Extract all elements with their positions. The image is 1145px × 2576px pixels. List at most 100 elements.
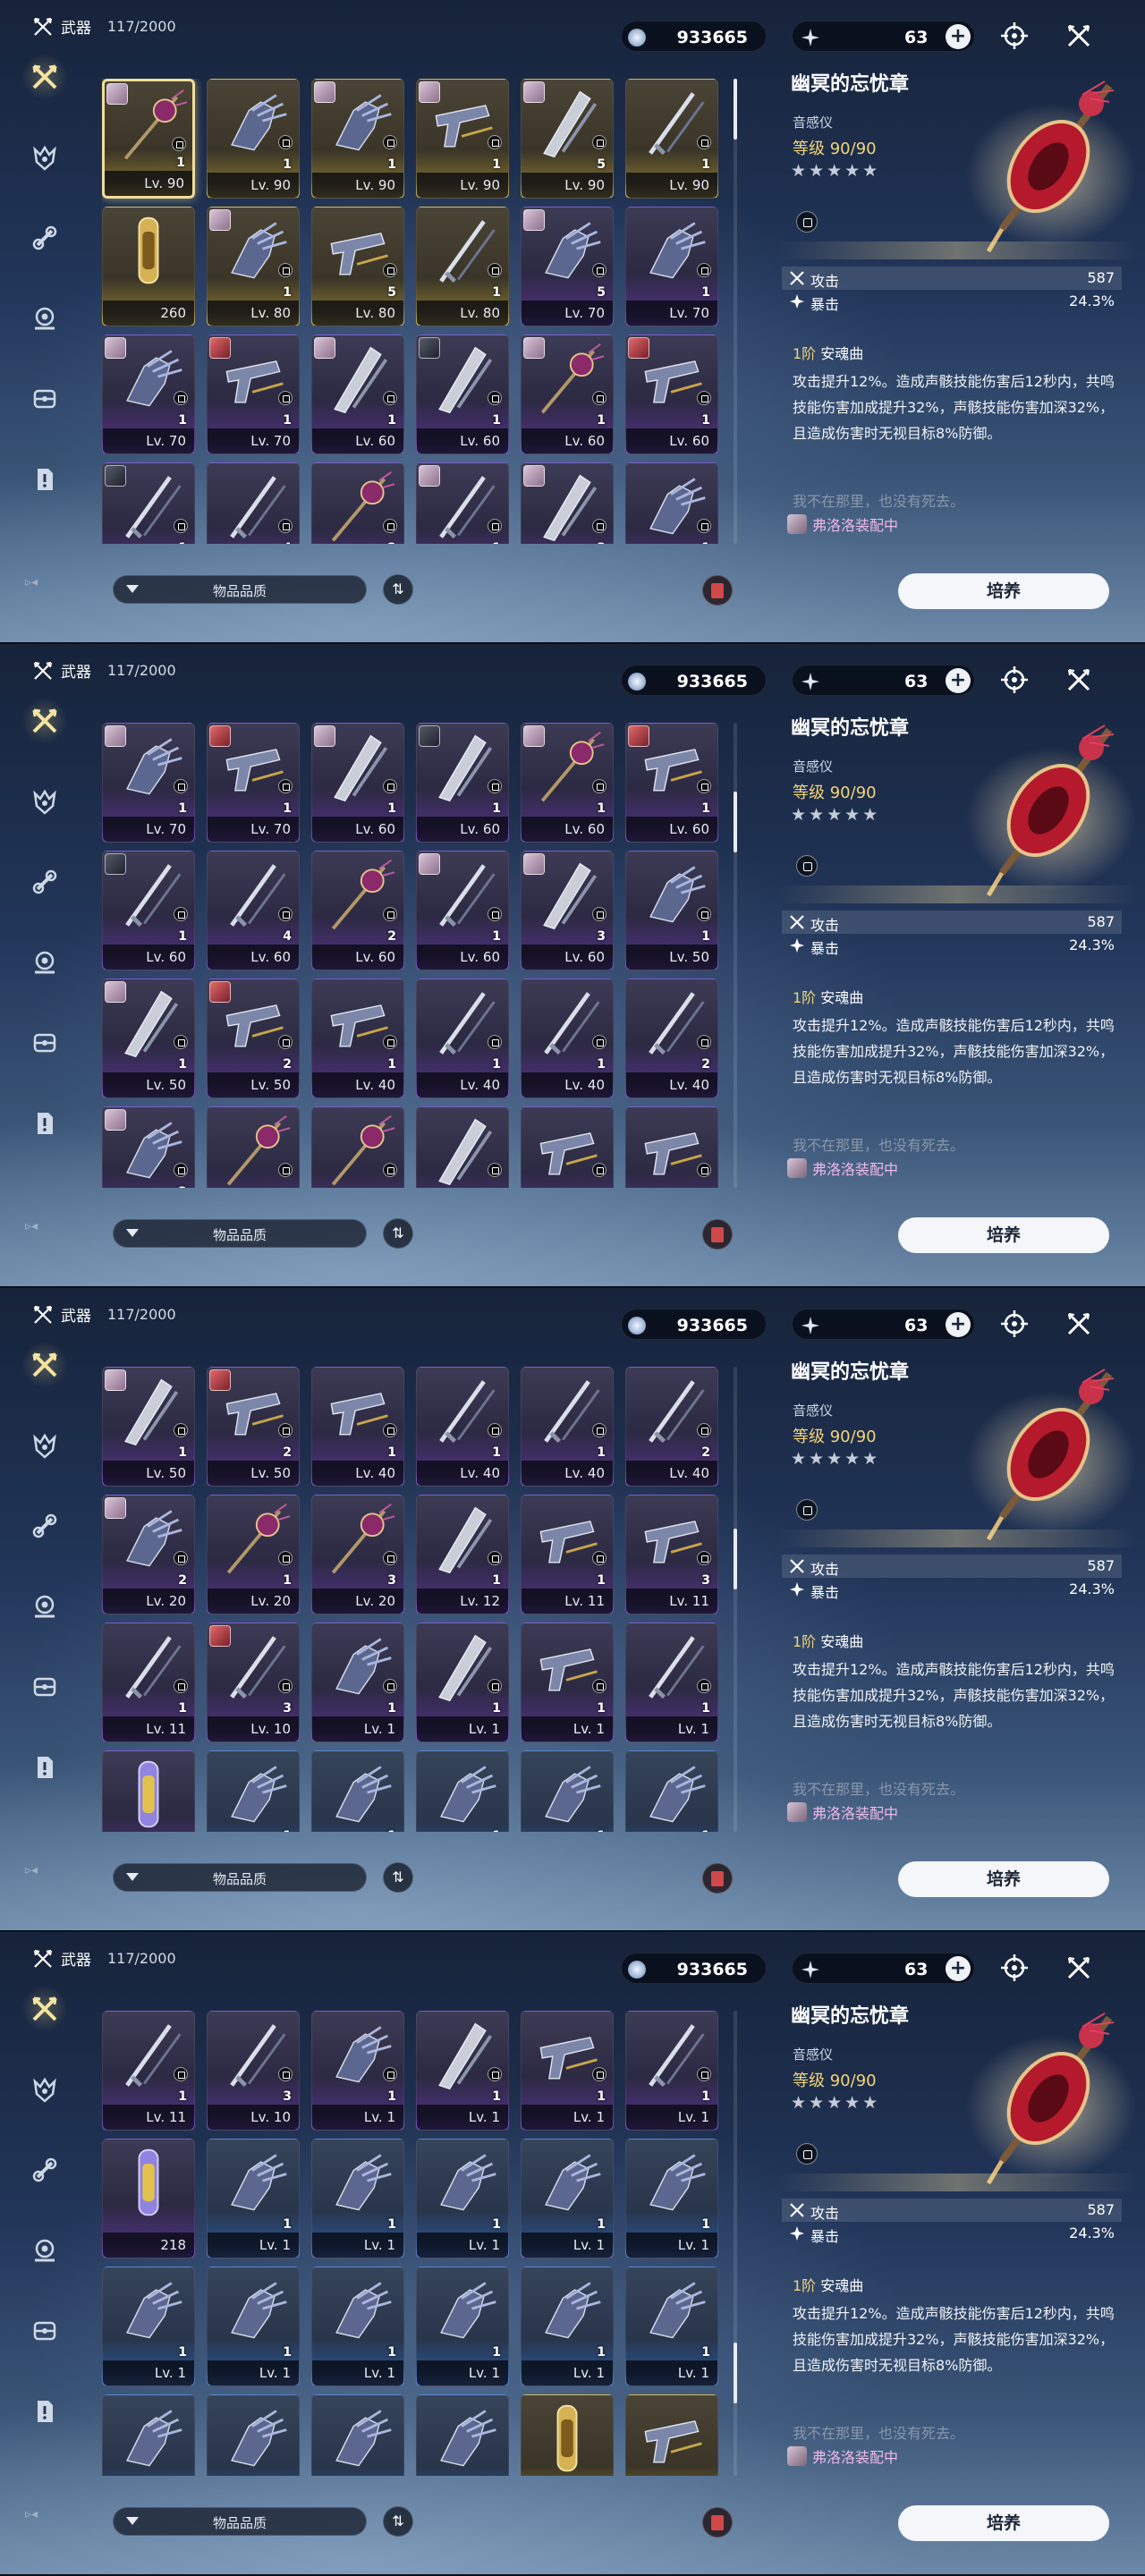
sidebar-collapse-icon[interactable]: ▹◂ <box>25 575 38 589</box>
weapon-card[interactable]: 1 Lv. 90 <box>416 79 509 199</box>
sidebar-tab-quest-item[interactable] <box>21 1100 68 1147</box>
weapon-card[interactable] <box>625 1106 718 1188</box>
weapon-card[interactable]: 1 Lv. 40 <box>416 979 509 1098</box>
weapon-card[interactable]: 2 Lv. 50 <box>207 979 300 1098</box>
sidebar-tab-echo[interactable] <box>21 134 68 181</box>
weapon-card[interactable]: 3 Lv. 20 <box>311 1495 404 1614</box>
grid-scroll-thumb[interactable] <box>734 2342 737 2403</box>
weapon-card[interactable]: 1 Lv. 90 <box>311 79 404 199</box>
sidebar-tab-development[interactable] <box>21 2227 68 2274</box>
cultivate-button[interactable]: 培养 <box>898 2505 1109 2541</box>
grid-scroll-thumb[interactable] <box>734 79 737 140</box>
weapon-card[interactable]: 2 <box>102 1106 195 1188</box>
close-icon[interactable] <box>1063 20 1095 52</box>
weapon-card[interactable]: 1 <box>102 462 195 544</box>
discard-icon[interactable] <box>702 2507 733 2538</box>
weapon-card[interactable]: 3 Lv. 10 <box>207 2011 300 2131</box>
sort-order-button[interactable]: ⇅ <box>383 2506 413 2537</box>
sidebar-tab-weapon[interactable] <box>21 1986 68 2032</box>
close-icon[interactable] <box>1063 664 1095 696</box>
weapon-card[interactable]: 2 Lv. 20 <box>102 1495 195 1614</box>
sidebar-tab-resource[interactable] <box>21 1020 68 1066</box>
weapon-card[interactable]: 1 Lv. 70 <box>102 723 195 843</box>
weapon-card[interactable]: 1 <box>416 1750 509 1832</box>
sidebar-tab-weapon[interactable] <box>21 54 68 100</box>
weapon-card[interactable]: 260 <box>102 207 195 326</box>
weapon-card[interactable]: 1 Lv. 40 <box>521 979 614 1098</box>
weapon-card[interactable]: 1 Lv. 1 <box>416 2011 509 2131</box>
add-waveplate-button[interactable]: + <box>946 1312 971 1337</box>
weapon-card[interactable]: 1 Lv. 60 <box>521 723 614 843</box>
sidebar-collapse-icon[interactable]: ▹◂ <box>25 1219 38 1233</box>
close-icon[interactable] <box>1063 1952 1095 1984</box>
weapon-card[interactable]: 1 Lv. 70 <box>207 335 300 454</box>
sidebar-tab-material[interactable] <box>21 2147 68 2193</box>
weapon-card[interactable]: 1 Lv. 1 <box>207 2139 300 2258</box>
sidebar-tab-material[interactable] <box>21 215 68 261</box>
grid-scrollbar[interactable] <box>734 2011 737 2476</box>
grid-scrollbar[interactable] <box>734 1367 737 1832</box>
weapon-card[interactable] <box>416 2394 509 2476</box>
weapon-card[interactable] <box>102 2394 195 2476</box>
add-waveplate-button[interactable]: + <box>946 1956 971 1981</box>
weapon-card[interactable]: 1 Lv. 60 <box>311 335 404 454</box>
target-icon[interactable] <box>998 1952 1030 1984</box>
weapon-card[interactable]: 1 Lv. 90 <box>625 79 718 199</box>
quality-filter-dropdown[interactable]: 物品品质 <box>113 2507 367 2536</box>
weapon-card[interactable]: 5 Lv. 70 <box>521 207 614 326</box>
weapon-card[interactable]: 1 Lv. 1 <box>416 2139 509 2258</box>
weapon-card[interactable] <box>207 2394 300 2476</box>
weapon-card[interactable]: 1 Lv. 60 <box>416 335 509 454</box>
weapon-card[interactable]: 1 Lv. 80 <box>416 207 509 326</box>
quality-filter-dropdown[interactable]: 物品品质 <box>113 1863 367 1892</box>
weapon-card[interactable]: 1 Lv. 70 <box>102 335 195 454</box>
weapon-card[interactable]: 1 <box>625 1750 718 1832</box>
weapon-card[interactable]: 1 Lv. 1 <box>625 2267 718 2386</box>
weapon-card[interactable]: 1 Lv. 60 <box>416 723 509 843</box>
quality-filter-dropdown[interactable]: 物品品质 <box>113 575 367 604</box>
sidebar-tab-weapon[interactable] <box>21 698 68 744</box>
weapon-card[interactable]: 1 Lv. 20 <box>207 1495 300 1614</box>
sidebar-tab-weapon[interactable] <box>21 1342 68 1388</box>
weapon-card[interactable]: 1 <box>521 1750 614 1832</box>
weapon-card[interactable]: 4 Lv. 60 <box>207 851 300 970</box>
weapon-card[interactable]: 1 Lv. 1 <box>521 2139 614 2258</box>
sidebar-tab-resource[interactable] <box>21 2308 68 2354</box>
target-icon[interactable] <box>998 20 1030 52</box>
weapon-card[interactable]: 2 Lv. 40 <box>625 979 718 1098</box>
weapon-card[interactable]: 1 Lv. 40 <box>521 1367 614 1487</box>
weapon-card[interactable]: 1 Lv. 60 <box>311 723 404 843</box>
weapon-card[interactable]: 1 Lv. 1 <box>416 1623 509 1742</box>
sidebar-tab-material[interactable] <box>21 1503 68 1549</box>
weapon-card[interactable]: 1 Lv. 40 <box>416 1367 509 1487</box>
target-icon[interactable] <box>998 664 1030 696</box>
sidebar-tab-quest-item[interactable] <box>21 1744 68 1791</box>
weapon-card[interactable]: 2 Lv. 50 <box>207 1367 300 1487</box>
weapon-card[interactable]: 1 Lv. 70 <box>625 207 718 326</box>
weapon-card[interactable]: 1 Lv. 12 <box>416 1495 509 1614</box>
sidebar-tab-echo[interactable] <box>21 1422 68 1469</box>
weapon-card[interactable]: 1 Lv. 40 <box>311 1367 404 1487</box>
weapon-card[interactable]: 1 Lv. 60 <box>416 851 509 970</box>
weapon-card[interactable]: 1 Lv. 1 <box>521 2267 614 2386</box>
grid-scrollbar[interactable] <box>734 723 737 1188</box>
weapon-card[interactable] <box>311 2394 404 2476</box>
weapon-card[interactable]: 1 Lv. 50 <box>102 979 195 1098</box>
weapon-card[interactable]: 1 Lv. 60 <box>102 851 195 970</box>
weapon-card[interactable]: 1 Lv. 1 <box>102 2267 195 2386</box>
weapon-card[interactable]: 1 Lv. 11 <box>102 2011 195 2131</box>
weapon-card[interactable]: 1 Lv. 50 <box>102 1367 195 1487</box>
weapon-card[interactable]: 1 Lv. 11 <box>102 1623 195 1742</box>
lock-toggle-icon[interactable] <box>796 855 818 877</box>
weapon-card[interactable] <box>625 2394 718 2476</box>
weapon-card[interactable]: 3 Lv. 60 <box>521 851 614 970</box>
cultivate-button[interactable]: 培养 <box>898 573 1109 609</box>
weapon-card[interactable]: 3 Lv. 11 <box>625 1495 718 1614</box>
target-icon[interactable] <box>998 1308 1030 1340</box>
sidebar-tab-material[interactable] <box>21 859 68 905</box>
lock-toggle-icon[interactable] <box>796 1499 818 1521</box>
weapon-card[interactable] <box>207 1106 300 1188</box>
sort-order-button[interactable]: ⇅ <box>383 1862 413 1893</box>
sidebar-tab-development[interactable] <box>21 939 68 986</box>
weapon-card[interactable]: 1 <box>416 462 509 544</box>
